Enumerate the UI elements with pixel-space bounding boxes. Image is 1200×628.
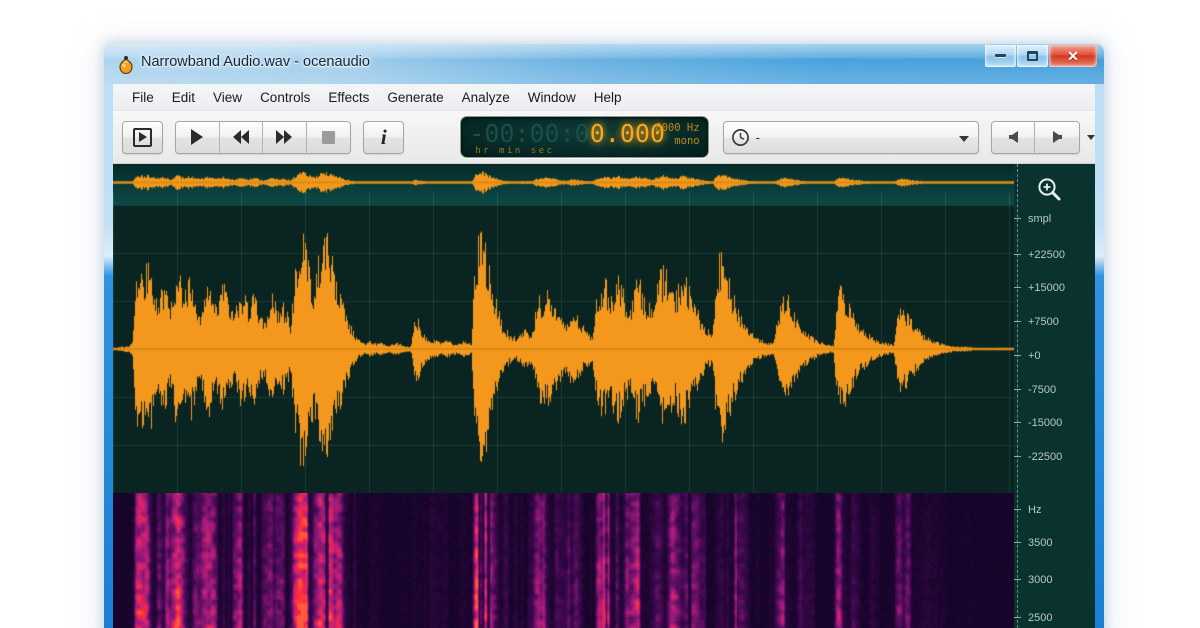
ruler-label-p7500: +7500 — [1028, 316, 1059, 328]
ruler-label-m7500: -7500 — [1028, 384, 1057, 396]
info-icon: i — [380, 124, 387, 149]
play-icon — [191, 129, 204, 145]
ruler-tick — [1014, 287, 1021, 288]
play-button[interactable] — [176, 121, 220, 153]
ruler-dash-line — [1017, 164, 1018, 628]
fast-forward-button[interactable] — [263, 121, 307, 153]
sample-rate-label: 8000 Hz — [655, 122, 700, 134]
ruler-unit-hz: Hz — [1028, 504, 1042, 516]
ruler-label-p15000: +15000 — [1028, 282, 1066, 294]
arrow-left-icon — [1008, 131, 1018, 143]
maximize-button[interactable] — [1017, 45, 1048, 67]
zoom-in-icon[interactable] — [1035, 175, 1063, 203]
maximize-icon — [1027, 50, 1038, 61]
menu-item-view[interactable]: View — [204, 87, 251, 108]
editor-lanes — [113, 164, 1014, 628]
ruler-tick — [1014, 617, 1021, 618]
minimize-icon — [995, 54, 1006, 57]
rewind-button[interactable] — [219, 121, 264, 153]
menu-bar: File Edit View Controls Effects Generate… — [113, 84, 1095, 111]
toolbar: i -00:00:00.000 hr min sec 8000 Hz mono — [113, 111, 1095, 164]
ocenaudio-window: Narrowband Audio.wav - ocenaudio ✕ File … — [104, 44, 1104, 628]
spectrogram-view[interactable] — [113, 493, 1014, 628]
ruler-unit-smpl: smpl — [1028, 213, 1052, 225]
ruler-label-3000: 3000 — [1028, 574, 1053, 586]
menu-item-help[interactable]: Help — [585, 87, 631, 108]
chevron-down-icon[interactable] — [958, 135, 969, 142]
screenshot-root: Narrowband Audio.wav - ocenaudio ✕ File … — [0, 0, 1200, 628]
ruler-label-p22500: +22500 — [1028, 249, 1066, 261]
time-active-digits: 0.000 — [589, 119, 665, 148]
ruler-label-zero: +0 — [1028, 350, 1041, 362]
menu-item-window[interactable]: Window — [519, 87, 585, 108]
fast-forward-icon — [276, 130, 293, 144]
info-button[interactable]: i — [363, 120, 405, 154]
ruler-tick — [1014, 254, 1021, 255]
minimize-button[interactable] — [985, 45, 1016, 67]
audio-editor: smpl +22500 +15000 +7500 +0 -7500 -15000… — [113, 164, 1095, 628]
menu-item-edit[interactable]: Edit — [163, 87, 204, 108]
nav-back-button[interactable] — [991, 121, 1036, 153]
menu-item-file[interactable]: File — [123, 87, 163, 108]
ruler-tick — [1014, 422, 1021, 423]
overview-waveform[interactable] — [113, 164, 1014, 205]
ruler-label-m15000: -15000 — [1028, 417, 1063, 429]
ruler-label-2500: 2500 — [1028, 612, 1053, 624]
audio-format-info: 8000 Hz mono — [655, 122, 699, 148]
menu-item-controls[interactable]: Controls — [251, 87, 319, 108]
ruler-tick — [1014, 456, 1021, 457]
ruler-tick — [1014, 542, 1021, 543]
time-display[interactable]: -00:00:00.000 hr min sec 8000 Hz mono — [460, 116, 709, 158]
ruler-label-3500: 3500 — [1028, 537, 1053, 549]
ocenaudio-icon — [119, 56, 133, 74]
play-in-box-icon — [133, 127, 152, 147]
ruler-tick — [1014, 389, 1021, 390]
ruler-tick — [1014, 509, 1021, 510]
close-icon: ✕ — [1067, 47, 1079, 64]
clock-icon — [731, 128, 749, 146]
play-selection-button[interactable] — [122, 120, 163, 154]
time-display-digits: -00:00:00.000 — [469, 119, 665, 149]
navigation-button-group — [990, 120, 1080, 154]
spectrogram-canvas — [113, 493, 1014, 628]
vertical-ruler[interactable]: smpl +22500 +15000 +7500 +0 -7500 -15000… — [1014, 164, 1095, 628]
window-glass-right-edge — [1095, 44, 1104, 628]
title-bar[interactable]: Narrowband Audio.wav - ocenaudio ✕ — [104, 44, 1104, 84]
arrow-right-icon — [1052, 131, 1062, 143]
time-position-combobox[interactable]: - — [722, 120, 979, 154]
waveform-view[interactable] — [113, 205, 1014, 493]
menu-item-generate[interactable]: Generate — [378, 87, 452, 108]
rewind-icon — [232, 130, 249, 144]
overview-waveform-canvas — [113, 164, 1014, 205]
transport-button-group — [175, 120, 352, 154]
combobox-value: - — [755, 129, 760, 145]
ruler-tick — [1014, 579, 1021, 580]
window-title: Narrowband Audio.wav - ocenaudio — [141, 54, 370, 70]
ruler-label-m22500: -22500 — [1028, 451, 1063, 463]
toolbar-overflow-chevron-icon[interactable] — [1087, 134, 1095, 140]
channels-label: mono — [674, 135, 700, 147]
waveform-canvas — [113, 205, 1014, 493]
close-button[interactable]: ✕ — [1049, 45, 1097, 67]
ruler-tick — [1014, 218, 1021, 219]
stop-button[interactable] — [306, 121, 351, 153]
stop-icon — [322, 130, 336, 144]
ruler-tick — [1014, 355, 1021, 356]
nav-forward-button[interactable] — [1035, 121, 1079, 153]
window-glass-left-edge — [104, 44, 113, 628]
time-unit-labels: hr min sec — [475, 146, 555, 156]
time-dim-digits: -00:00:0 — [469, 119, 590, 148]
window-client-area: File Edit View Controls Effects Generate… — [113, 84, 1095, 628]
menu-item-effects[interactable]: Effects — [319, 87, 378, 108]
window-controls: ✕ — [985, 45, 1097, 69]
ruler-tick — [1014, 321, 1021, 322]
menu-item-analyze[interactable]: Analyze — [453, 87, 519, 108]
